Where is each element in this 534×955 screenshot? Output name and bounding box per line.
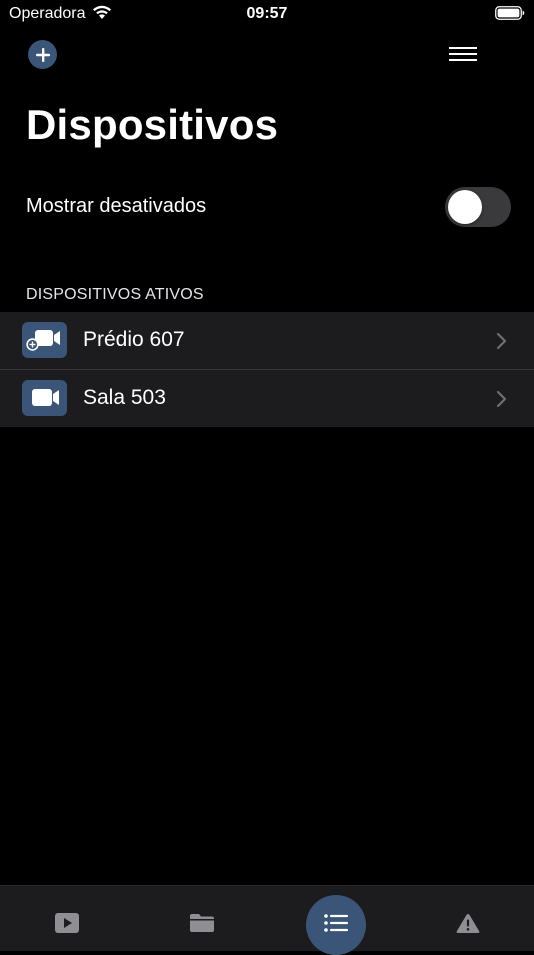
- tab-list[interactable]: [306, 896, 366, 950]
- folder-icon: [190, 914, 214, 932]
- device-list: Prédio 607 Sala 503: [0, 312, 534, 427]
- play-icon: [55, 913, 79, 933]
- add-device-button[interactable]: [28, 40, 57, 69]
- warning-icon: [456, 914, 480, 933]
- device-row-sala-503[interactable]: Sala 503: [0, 369, 534, 427]
- show-disabled-row: Mostrar desativados: [0, 182, 534, 232]
- hamburger-icon[interactable]: [446, 44, 480, 66]
- tab-folder[interactable]: [172, 896, 232, 950]
- tab-video[interactable]: [37, 896, 97, 950]
- list-icon: [324, 914, 348, 932]
- video-camera-add-icon: [22, 322, 67, 358]
- device-name: Sala 503: [83, 386, 166, 409]
- toggle-knob: [448, 190, 482, 224]
- video-camera-icon: [22, 380, 67, 416]
- device-row-predio-607[interactable]: Prédio 607: [0, 312, 534, 369]
- device-name: Prédio 607: [83, 328, 185, 351]
- chevron-right-icon: [496, 332, 507, 350]
- section-header: DISPOSITIVOS ATIVOS: [26, 286, 204, 303]
- show-disabled-label: Mostrar desativados: [26, 195, 207, 217]
- show-disabled-toggle[interactable]: [445, 187, 511, 227]
- tab-alert[interactable]: [438, 896, 498, 950]
- tab-bar: [0, 885, 534, 955]
- status-time: 09:57: [246, 5, 288, 22]
- plus-icon: [35, 47, 50, 62]
- battery-icon: [495, 6, 525, 20]
- chevron-right-icon: [496, 390, 507, 408]
- page-title: Dispositivos: [26, 101, 279, 148]
- status-bar: Operadora 09:57: [0, 0, 534, 30]
